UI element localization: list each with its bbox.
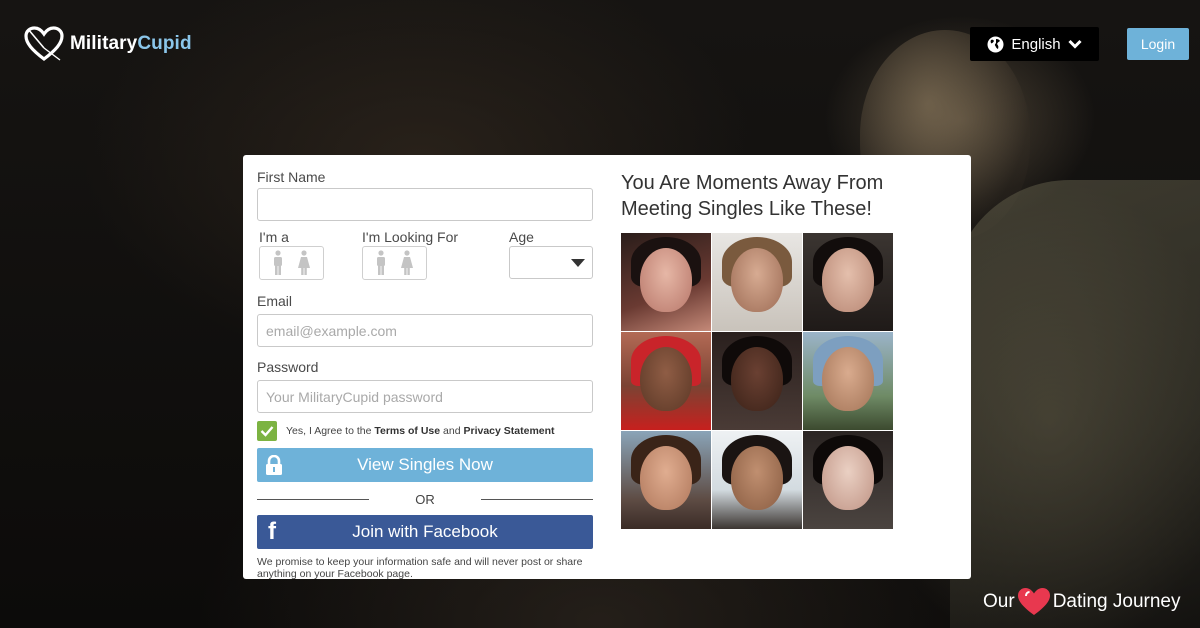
background-soldier [950,180,1200,628]
gender-age-row: I'm a I'm Looking For Age [257,229,593,285]
single-photo [803,431,893,529]
divider-line [257,498,369,500]
agree-checkbox[interactable] [257,421,277,441]
signup-form: First Name I'm a I'm Looking For Age Ema… [257,169,593,580]
email-input[interactable] [257,314,593,347]
single-photo [803,332,893,430]
terms-link[interactable]: Terms of Use [374,425,440,437]
first-name-label: First Name [257,169,326,185]
single-photo [621,431,711,529]
chevron-down-icon [1068,39,1082,49]
lock-icon [266,455,282,475]
im-a-label: I'm a [259,229,289,245]
facebook-join-button[interactable]: f Join with Facebook [257,515,593,549]
age-label: Age [509,229,534,245]
facebook-icon: f [268,518,276,545]
age-group: Age [509,229,593,279]
privacy-promise: We promise to keep your information safe… [257,556,583,580]
age-select[interactable] [509,246,593,279]
logo-text: MilitaryCupid [70,33,192,54]
male-icon[interactable] [375,250,387,276]
singles-photo-grid [621,233,893,530]
checkmark-icon [260,426,274,437]
singles-headline: You Are Moments Away From Meeting Single… [621,172,884,220]
or-divider: OR [257,491,593,507]
single-photo [712,233,802,331]
single-photo [712,332,802,430]
single-photo [621,233,711,331]
email-label: Email [257,293,293,309]
language-selector[interactable]: English [970,27,1099,61]
agree-row: Yes, I Agree to the Terms of Use and Pri… [257,421,593,441]
male-icon[interactable] [272,250,284,276]
or-text: OR [415,491,435,507]
looking-for-label: I'm Looking For [362,229,459,245]
heart-logo-icon [24,26,64,62]
female-icon[interactable] [297,250,311,276]
first-name-input[interactable] [257,188,593,221]
im-a-group: I'm a [259,229,324,280]
privacy-link[interactable]: Privacy Statement [463,425,554,437]
language-label: English [1011,35,1061,53]
female-icon[interactable] [400,250,414,276]
caret-down-icon [571,259,585,267]
heart-icon [1017,588,1050,615]
facebook-join-label: Join with Facebook [352,522,498,541]
view-singles-button[interactable]: View Singles Now [257,448,593,482]
journey-word-our: Our [983,591,1015,612]
journey-words: Dating Journey [1052,591,1181,612]
single-photo [712,431,802,529]
globe-icon [987,36,1004,52]
im-a-gender-selector [259,246,324,280]
single-photo [621,332,711,430]
divider-line [481,498,593,500]
password-label: Password [257,359,319,375]
signup-card: First Name I'm a I'm Looking For Age Ema… [243,155,971,580]
single-photo [803,233,893,331]
site-logo[interactable]: MilitaryCupid [24,26,192,62]
looking-for-gender-selector [362,246,427,280]
password-input[interactable] [257,380,593,413]
looking-for-group: I'm Looking For [362,229,458,280]
our-dating-journey-logo: Our Dating Journey [983,587,1180,617]
login-button[interactable]: Login [1127,28,1189,60]
agree-text: Yes, I Agree to the Terms of Use and Pri… [286,425,555,437]
view-singles-label: View Singles Now [357,455,493,474]
